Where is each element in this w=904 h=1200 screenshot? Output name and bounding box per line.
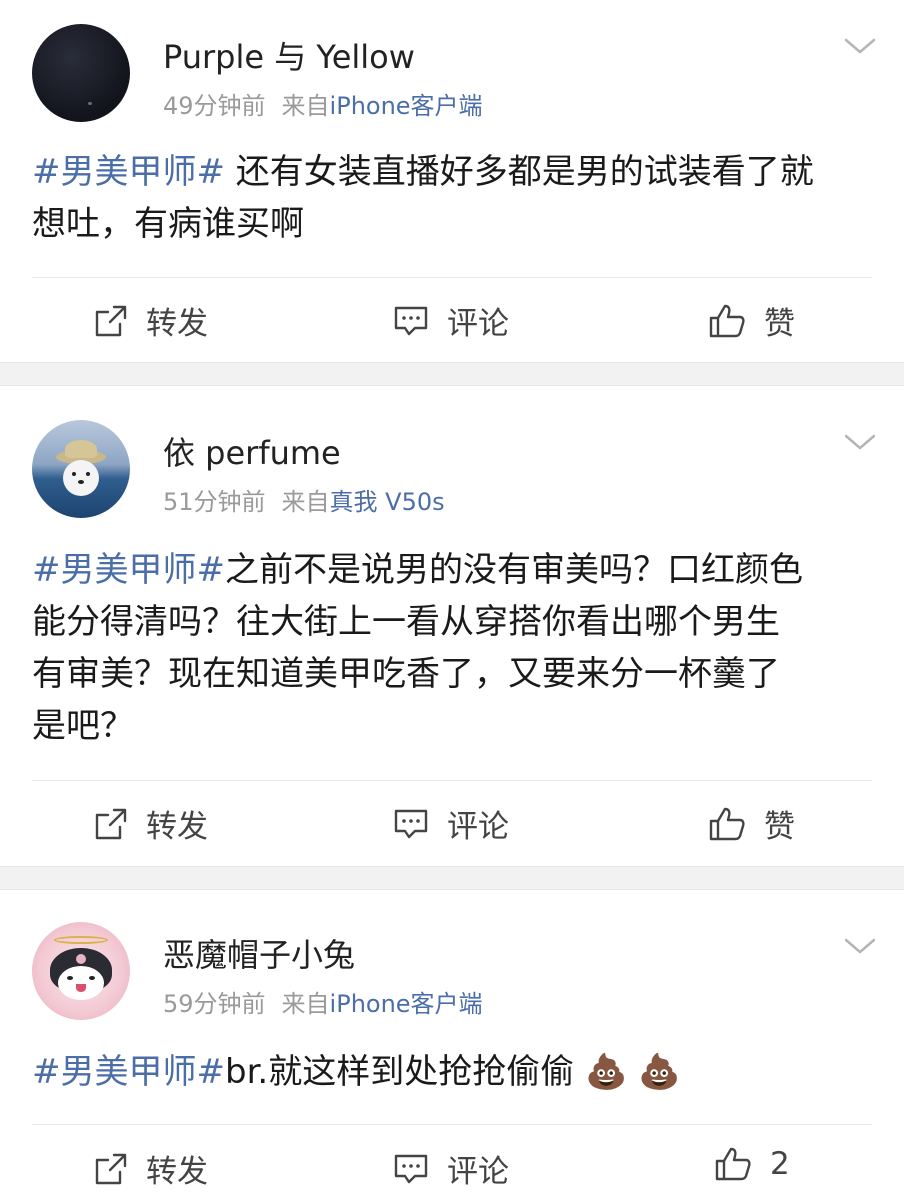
- username[interactable]: 恶魔帽子小兔: [163, 930, 355, 976]
- post-source[interactable]: iPhone客户端: [330, 92, 483, 120]
- post-text-line: 还有女装直播好多都是男的试装看了就: [224, 152, 814, 192]
- hashtag-link[interactable]: #男美甲师#: [32, 152, 225, 192]
- comment-button[interactable]: 评论: [393, 1146, 509, 1191]
- username[interactable]: 依 perfume: [163, 428, 341, 474]
- comment-label: 评论: [447, 1154, 509, 1190]
- post-text-line: 想吐，有病谁买啊: [32, 204, 304, 244]
- like-button[interactable]: 赞: [708, 801, 795, 846]
- like-icon: [709, 807, 745, 840]
- comment-icon: [394, 809, 428, 838]
- post-text-line: 有审美？现在知道美甲吃香了，又要来分一杯羹了: [32, 654, 780, 694]
- repost-icon: [95, 808, 127, 839]
- avatar[interactable]: [32, 922, 130, 1020]
- post-source[interactable]: iPhone客户端: [330, 990, 483, 1018]
- like-button[interactable]: 2: [714, 1146, 790, 1182]
- comment-icon: [394, 306, 428, 335]
- divider: [32, 780, 872, 781]
- repost-icon: [95, 305, 127, 336]
- divider: [32, 277, 872, 278]
- comment-icon: [394, 1154, 428, 1183]
- post-card: 恶魔帽子小兔 59分钟前 来自iPhone客户端 #男美甲师#br.就这样到处抢抢…: [0, 890, 904, 1200]
- hashtag-link[interactable]: #男美甲师#: [32, 1052, 225, 1092]
- post-source[interactable]: 真我 V50s: [330, 488, 445, 516]
- repost-icon: [95, 1153, 127, 1184]
- like-label: 赞: [764, 809, 795, 845]
- like-count: 2: [770, 1146, 790, 1182]
- comment-button[interactable]: 评论: [393, 298, 509, 343]
- post-meta: 59分钟前 来自iPhone客户端: [163, 984, 483, 1019]
- divider: [32, 1124, 872, 1125]
- username[interactable]: Purple 与 Yellow: [163, 32, 415, 78]
- post-text: #男美甲师# 还有女装直播好多都是男的试装看了就 想吐，有病谁买啊: [32, 146, 872, 250]
- like-icon: [709, 304, 745, 337]
- post-text-line: 能分得清吗？往大街上一看从穿搭你看出哪个男生: [32, 602, 780, 642]
- post-meta: 51分钟前 来自真我 V50s: [163, 482, 445, 517]
- post-time: 59分钟前: [163, 990, 266, 1018]
- like-label: 赞: [764, 306, 795, 342]
- post-text: #男美甲师#之前不是说男的没有审美吗？口红颜色 能分得清吗？往大街上一看从穿搭你…: [32, 544, 872, 752]
- post-card: Purple 与 Yellow 49分钟前 来自iPhone客户端 #男美甲师# …: [0, 0, 904, 362]
- comment-label: 评论: [447, 306, 509, 342]
- repost-label: 转发: [146, 306, 208, 342]
- repost-label: 转发: [146, 1154, 208, 1190]
- post-card: 依 perfume 51分钟前 来自真我 V50s #男美甲师#之前不是说男的没有…: [0, 386, 904, 866]
- post-text-line: 之前不是说男的没有审美吗？口红颜色: [224, 550, 803, 590]
- comment-button[interactable]: 评论: [393, 801, 509, 846]
- repost-button[interactable]: 转发: [94, 1146, 208, 1191]
- post-text-line: br.就这样到处抢抢偷偷: [224, 1052, 575, 1092]
- avatar[interactable]: [32, 24, 130, 122]
- source-prefix: 来自: [281, 92, 330, 120]
- source-prefix: 来自: [281, 488, 330, 516]
- chevron-down-icon[interactable]: [840, 430, 880, 454]
- post-time: 49分钟前: [163, 92, 266, 120]
- like-button[interactable]: 赞: [708, 298, 795, 343]
- post-text: #男美甲师#br.就这样到处抢抢偷偷 💩 💩: [32, 1046, 872, 1098]
- hashtag-link[interactable]: #男美甲师#: [32, 550, 225, 590]
- post-meta: 49分钟前 来自iPhone客户端: [163, 86, 483, 121]
- post-separator: [0, 362, 904, 386]
- poop-emoji: 💩 💩: [585, 1052, 681, 1092]
- chevron-down-icon[interactable]: [840, 34, 880, 58]
- post-separator: [0, 866, 904, 890]
- like-icon: [715, 1147, 751, 1181]
- chevron-down-icon[interactable]: [840, 934, 880, 958]
- repost-label: 转发: [146, 809, 208, 845]
- repost-button[interactable]: 转发: [94, 801, 208, 846]
- post-time: 51分钟前: [163, 488, 266, 516]
- repost-button[interactable]: 转发: [94, 298, 208, 343]
- avatar[interactable]: [32, 420, 130, 518]
- comment-label: 评论: [447, 809, 509, 845]
- source-prefix: 来自: [281, 990, 330, 1018]
- post-text-line: 是吧？: [32, 706, 134, 746]
